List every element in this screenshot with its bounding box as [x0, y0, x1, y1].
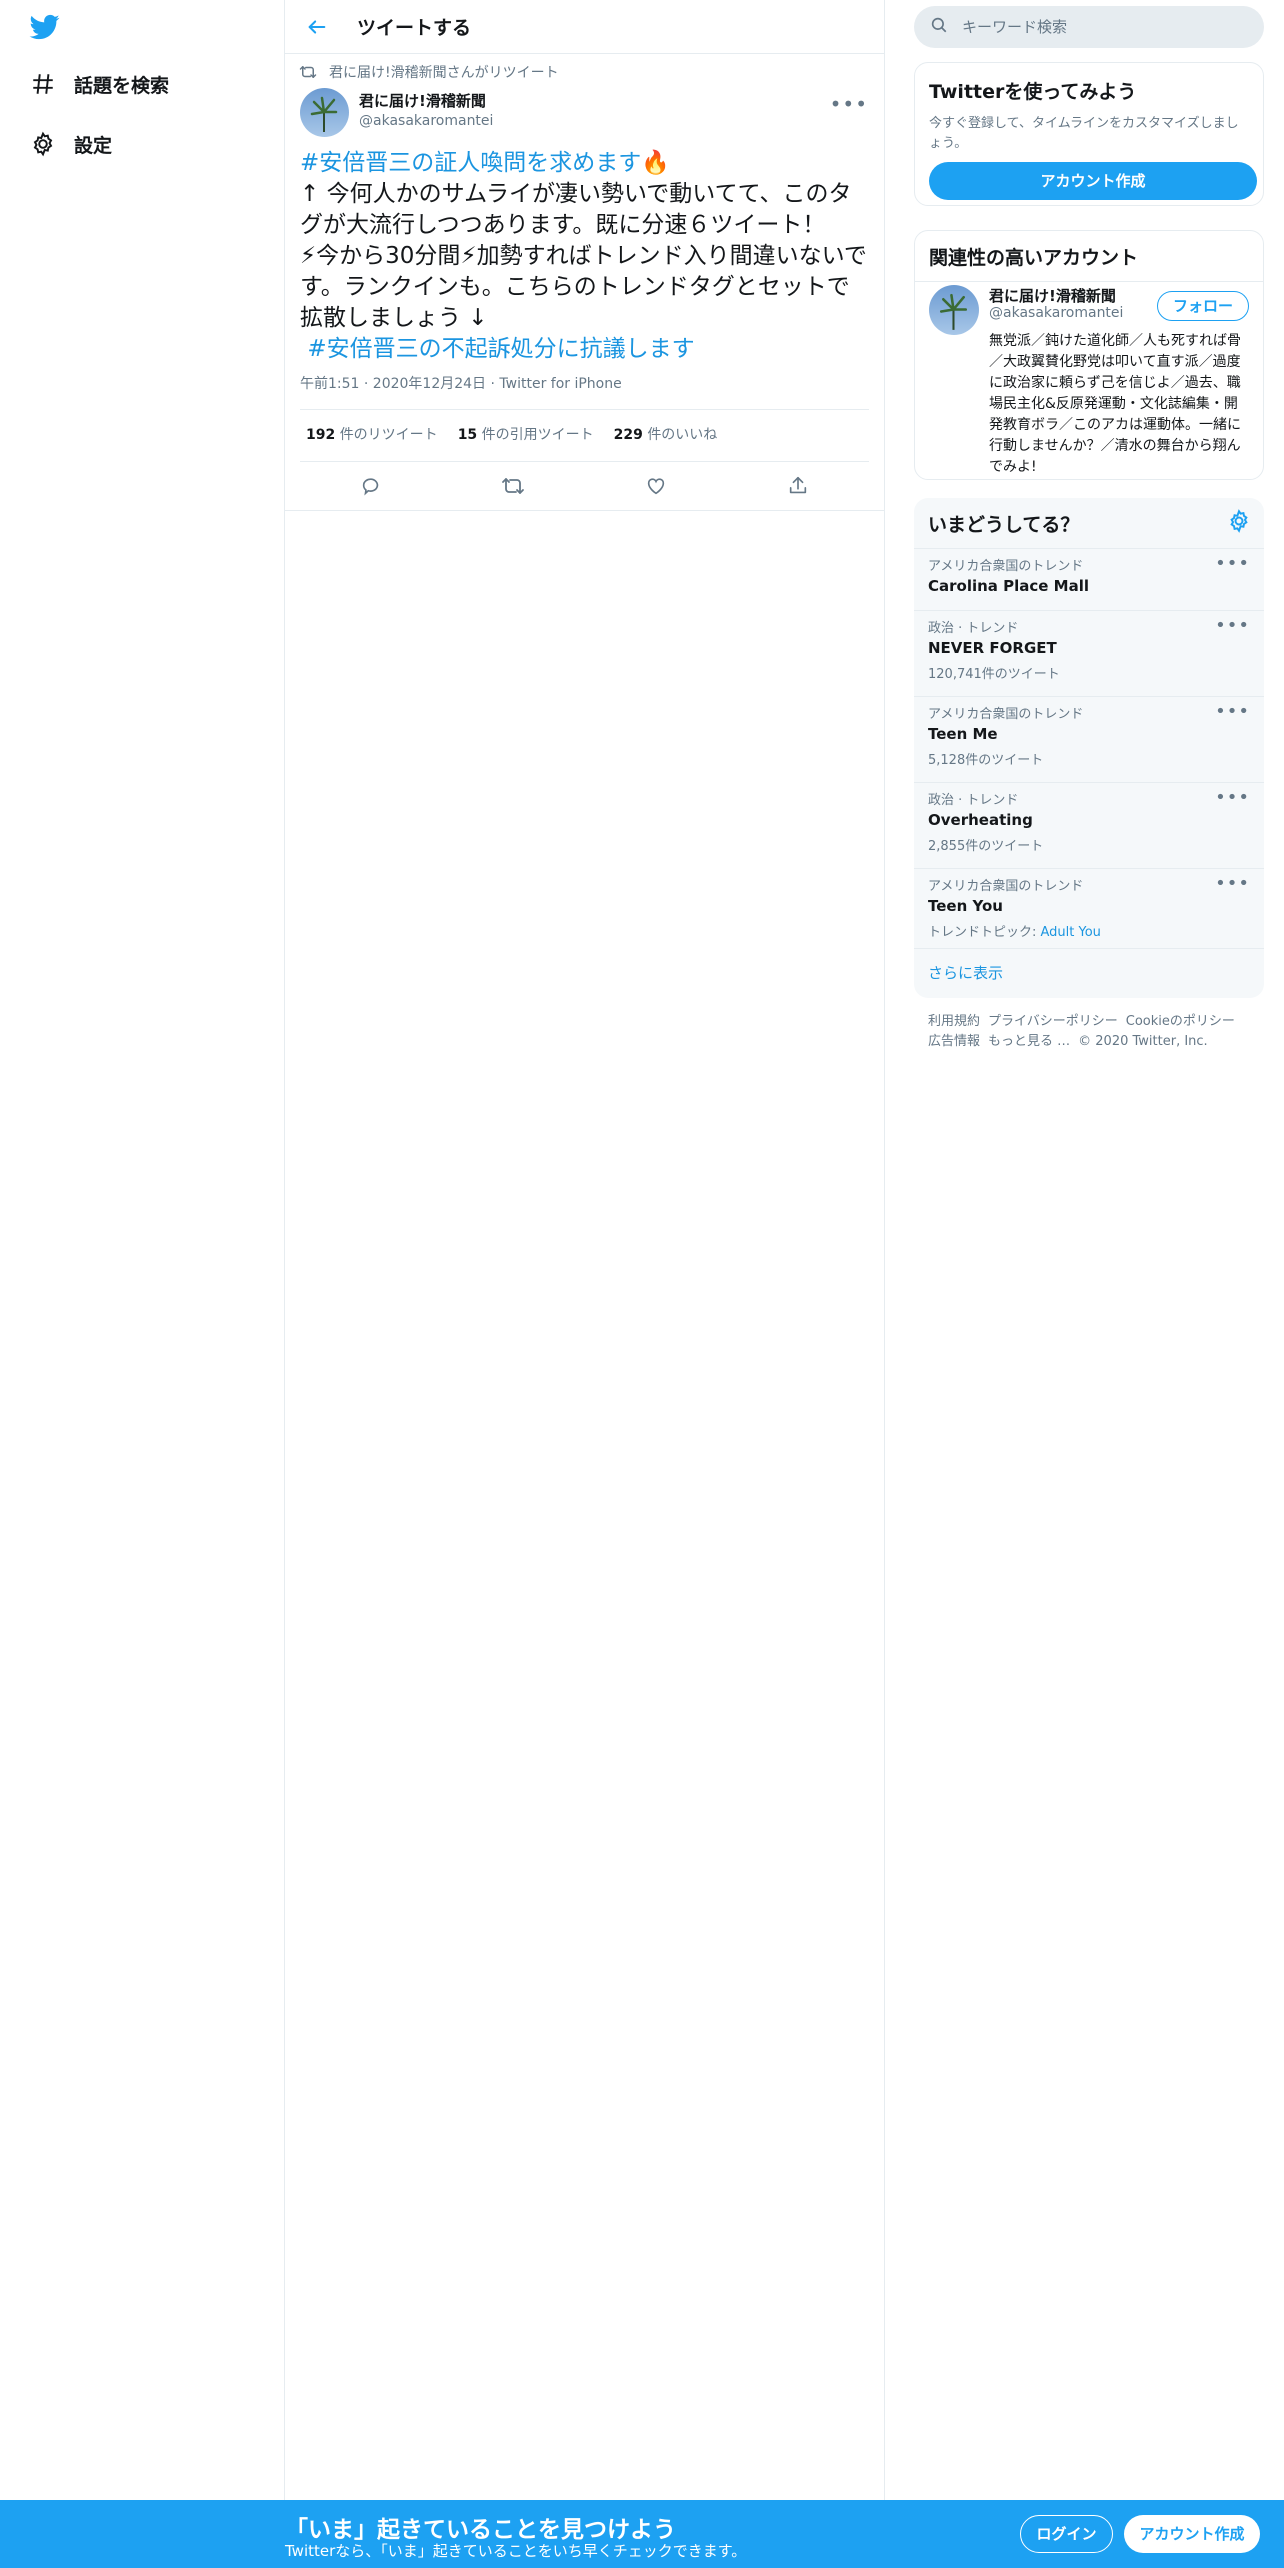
heart-icon[interactable]	[636, 470, 676, 502]
signup-card-description: 今すぐ登録して、タイムラインをカスタマイズしましょう。	[929, 116, 1239, 151]
trend-item[interactable]: アメリカ合衆国のトレンド Teen You トレンドトピック: Adult Yo…	[914, 868, 1264, 948]
trend-context: アメリカ合衆国のトレンド	[928, 879, 1084, 894]
trend-count: 120,741件のツイート	[928, 667, 1060, 682]
create-account-button[interactable]: アカウント作成	[929, 162, 1257, 200]
gear-icon	[28, 129, 58, 159]
hashtag-link[interactable]: #安倍晋三の証人喚問を求めます	[300, 150, 641, 176]
trends-title: いまどうしてる？	[928, 514, 1080, 536]
retweet-context-text: 君に届け!滑稽新聞さんがリツイート	[329, 65, 559, 81]
follow-button[interactable]: フォロー	[1157, 291, 1249, 321]
more-options-icon[interactable]: •••	[1215, 701, 1250, 722]
retweet-context[interactable]: 君に届け!滑稽新聞さんがリツイート	[299, 62, 559, 82]
divider	[300, 409, 869, 410]
quotes-stat[interactable]: 15 件の引用ツイート	[458, 424, 594, 444]
trend-name: Overheating	[928, 811, 1033, 829]
related-account-name[interactable]: 君に届け!滑稽新聞	[989, 285, 1116, 306]
retweet-icon	[299, 62, 319, 82]
gear-icon[interactable]	[1226, 508, 1252, 534]
left-sidebar: 話題を検索 設定	[0, 0, 285, 2568]
avatar[interactable]	[929, 285, 979, 335]
tweet-text-2a: 今から30分間	[316, 243, 461, 269]
back-arrow-icon[interactable]	[297, 7, 337, 47]
trend-item[interactable]: アメリカ合衆国のトレンド Carolina Place Mall •••	[914, 548, 1264, 610]
trends-card: いまどうしてる？ アメリカ合衆国のトレンド Carolina Place Mal…	[914, 498, 1264, 998]
retweets-stat[interactable]: 192 件のリツイート	[306, 424, 438, 444]
hashtag-link[interactable]: #安倍晋三の不起訴処分に抗議します	[307, 336, 694, 362]
related-account-bio: 無党派／鈍けた道化師／人も死すれば骨／大政翼賛化野党は叩いて直す派／過度に政治家…	[989, 333, 1241, 475]
trend-count: 2,855件のツイート	[928, 839, 1044, 854]
trend-context: 政治 · トレンド	[928, 621, 1019, 636]
page-title: ツイートする	[357, 17, 472, 39]
trend-item[interactable]: 政治 · トレンド Overheating 2,855件のツイート •••	[914, 782, 1264, 868]
author-name: 君に届け!滑稽新聞	[359, 92, 486, 110]
divider	[300, 461, 869, 462]
show-more-link[interactable]: さらに表示	[928, 962, 1003, 983]
bottom-banner: 「いま」起きていることを見つけよう Twitterなら、「いま」起きていることを…	[0, 2500, 1284, 2568]
search-bar[interactable]	[914, 6, 1264, 48]
signup-button[interactable]: アカウント作成	[1124, 2515, 1260, 2553]
tweet-author[interactable]: 君に届け!滑稽新聞 @akasakaromantei	[300, 88, 493, 137]
page-header: ツイートする	[285, 0, 884, 54]
trend-name: Teen You	[928, 897, 1003, 915]
tweet-text-1: ↑ 今何人かのサムライが凄い勢いで動いてて、このタグが大流行しつつあります。既に…	[300, 181, 852, 238]
search-icon	[930, 16, 948, 38]
trend-context: 政治 · トレンド	[928, 793, 1019, 808]
related-card-title: 関連性の高いアカウント	[929, 247, 1139, 269]
share-icon[interactable]	[778, 470, 818, 502]
nav-settings-label: 設定	[74, 134, 113, 157]
signup-card: Twitterを使ってみよう 今すぐ登録して、タイムラインをカスタマイズしましょ…	[914, 62, 1264, 206]
tweet-body: #安倍晋三の証人喚問を求めます🔥 ↑ 今何人かのサムライが凄い勢いで動いてて、こ…	[300, 148, 870, 365]
nav-explore[interactable]: 話題を検索	[28, 64, 169, 104]
twitter-logo-icon[interactable]	[28, 12, 62, 42]
divider	[285, 510, 884, 511]
nav-explore-label: 話題を検索	[74, 74, 170, 97]
reply-icon[interactable]	[351, 470, 391, 502]
trend-topic: トレンドトピック: Adult You	[928, 925, 1101, 940]
ads-info-link[interactable]: 広告情報	[928, 1034, 980, 1049]
more-options-icon[interactable]: •••	[1215, 787, 1250, 808]
terms-link[interactable]: 利用規約	[928, 1014, 980, 1029]
signup-card-title: Twitterを使ってみよう	[929, 81, 1137, 103]
main-column: ツイートする 君に届け!滑稽新聞さんがリツイート 君に届け!滑稽新聞 @akas…	[285, 0, 885, 2500]
trend-item[interactable]: アメリカ合衆国のトレンド Teen Me 5,128件のツイート •••	[914, 696, 1264, 782]
more-link[interactable]: もっと見る …	[988, 1034, 1070, 1049]
trend-context: アメリカ合衆国のトレンド	[928, 559, 1084, 574]
trend-item[interactable]: 政治 · トレンド NEVER FORGET 120,741件のツイート •••	[914, 610, 1264, 696]
trend-topic-link[interactable]: Adult You	[1041, 925, 1101, 940]
privacy-link[interactable]: プライバシーポリシー	[988, 1014, 1118, 1029]
likes-stat[interactable]: 229 件のいいね	[614, 424, 718, 444]
tweet-actions	[300, 470, 869, 502]
search-input[interactable]	[962, 18, 1242, 36]
tweet-stats: 192 件のリツイート 15 件の引用ツイート 229 件のいいね	[306, 424, 737, 444]
trend-name: Carolina Place Mall	[928, 577, 1090, 595]
banner-subtitle: Twitterなら、「いま」起きていることをいち早くチェックできます。	[285, 2542, 747, 2560]
footer-links: 利用規約 プライバシーポリシー Cookieのポリシー 広告情報 もっと見る … © 2…	[928, 1012, 1258, 1052]
avatar[interactable]	[300, 88, 349, 137]
trend-name: NEVER FORGET	[928, 639, 1057, 657]
related-account-handle: @akasakaromantei	[989, 305, 1124, 321]
retweet-icon[interactable]	[493, 470, 533, 502]
tweet-meta[interactable]: 午前1:51 · 2020年12月24日 · Twitter for iPhon…	[300, 373, 622, 393]
login-button[interactable]: ログイン	[1020, 2515, 1113, 2553]
more-options-icon[interactable]: •••	[1215, 553, 1250, 574]
divider	[914, 948, 1264, 949]
banner-title: 「いま」起きていることを見つけよう	[285, 2517, 676, 2543]
trend-count: 5,128件のツイート	[928, 753, 1044, 768]
copyright: © 2020 Twitter, Inc.	[1078, 1034, 1208, 1049]
author-handle: @akasakaromantei	[359, 113, 494, 129]
related-accounts-card: 関連性の高いアカウント 君に届け!滑稽新聞 @akasakaromantei フ…	[914, 230, 1264, 480]
cookie-link[interactable]: Cookieのポリシー	[1126, 1014, 1235, 1029]
more-options-icon[interactable]: •••	[1215, 615, 1250, 636]
more-options-icon[interactable]: •••	[1215, 873, 1250, 894]
lightning-emoji: ⚡	[460, 243, 477, 269]
more-options-icon[interactable]: •••	[830, 92, 868, 116]
lightning-emoji: ⚡	[300, 243, 317, 269]
hashtag-icon	[28, 69, 58, 99]
nav-settings[interactable]: 設定	[28, 124, 112, 164]
fire-emoji: 🔥	[641, 150, 670, 176]
trend-context: アメリカ合衆国のトレンド	[928, 707, 1084, 722]
trend-name: Teen Me	[928, 725, 998, 743]
divider	[915, 281, 1263, 282]
